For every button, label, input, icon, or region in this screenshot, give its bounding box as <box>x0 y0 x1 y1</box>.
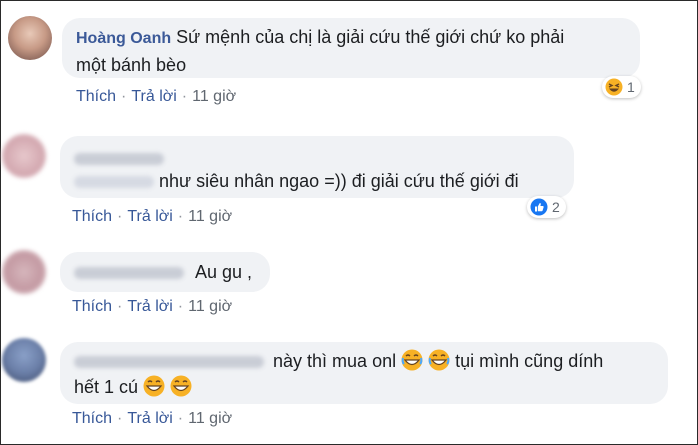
reply-link[interactable]: Trả lời <box>127 298 172 315</box>
blurred-name <box>74 267 184 280</box>
comment-text-line2: hết 1 cú <box>74 377 139 397</box>
comment-actions: Thích · Trả lời · 11 giờ <box>72 208 233 225</box>
reply-link[interactable]: Trả lời <box>127 410 172 427</box>
comment-text: như siêu nhân ngao =)) đi giải cứu thế g… <box>159 171 519 191</box>
commenter-name[interactable]: Hoàng Oanh <box>76 30 171 47</box>
avatar[interactable] <box>8 16 52 60</box>
grinning-icon <box>170 375 192 397</box>
avatar[interactable] <box>2 338 46 382</box>
like-link[interactable]: Thích <box>76 88 116 105</box>
like-link[interactable]: Thích <box>72 298 112 315</box>
reply-link[interactable]: Trả lời <box>131 88 176 105</box>
comment-bubble: này thì mua onl tụi mình cũng dính hết 1… <box>60 342 668 404</box>
reaction-badge[interactable]: 2 <box>527 196 566 218</box>
timestamp[interactable]: 11 giờ <box>192 88 236 105</box>
comment-bubble: Hoàng Oanh Sứ mệnh của chị là giải cứu t… <box>62 18 640 78</box>
avatar[interactable] <box>2 250 46 294</box>
timestamp[interactable]: 11 giờ <box>188 410 232 427</box>
grinning-squint-icon <box>428 349 450 371</box>
timestamp[interactable]: 11 giờ <box>188 208 232 225</box>
like-link[interactable]: Thích <box>72 410 112 427</box>
comment-text-cont: tụi mình cũng dính <box>455 351 604 371</box>
like-thumb-icon <box>530 198 548 216</box>
like-link[interactable]: Thích <box>72 208 112 225</box>
grinning-icon <box>143 375 165 397</box>
reaction-count: 1 <box>627 79 635 95</box>
comment-text: này thì mua onl <box>273 351 397 371</box>
blurred-mention <box>74 176 154 189</box>
blurred-name <box>74 356 264 369</box>
reaction-badge[interactable]: 1 <box>602 76 641 98</box>
comment-actions: Thích · Trả lời · 11 giờ <box>72 410 233 427</box>
comment-actions: Thích · Trả lời · 11 giờ <box>72 298 233 315</box>
comment-bubble: như siêu nhân ngao =)) đi giải cứu thế g… <box>60 136 574 198</box>
blurred-name <box>74 153 164 166</box>
timestamp[interactable]: 11 giờ <box>188 298 232 315</box>
grinning-squint-icon <box>401 349 423 371</box>
reaction-count: 2 <box>552 199 560 215</box>
avatar[interactable] <box>2 134 46 178</box>
comment-text: Sứ mệnh của chị là giải cứu thế giới chứ… <box>176 27 565 47</box>
comment-text-line2: một bánh bèo <box>76 55 187 75</box>
comment-bubble: Au gu , <box>60 252 270 292</box>
comment-text: Au gu , <box>195 262 253 282</box>
comment-actions: Thích · Trả lời · 11 giờ <box>76 88 237 105</box>
haha-laugh-icon <box>605 78 623 96</box>
reply-link[interactable]: Trả lời <box>127 208 172 225</box>
